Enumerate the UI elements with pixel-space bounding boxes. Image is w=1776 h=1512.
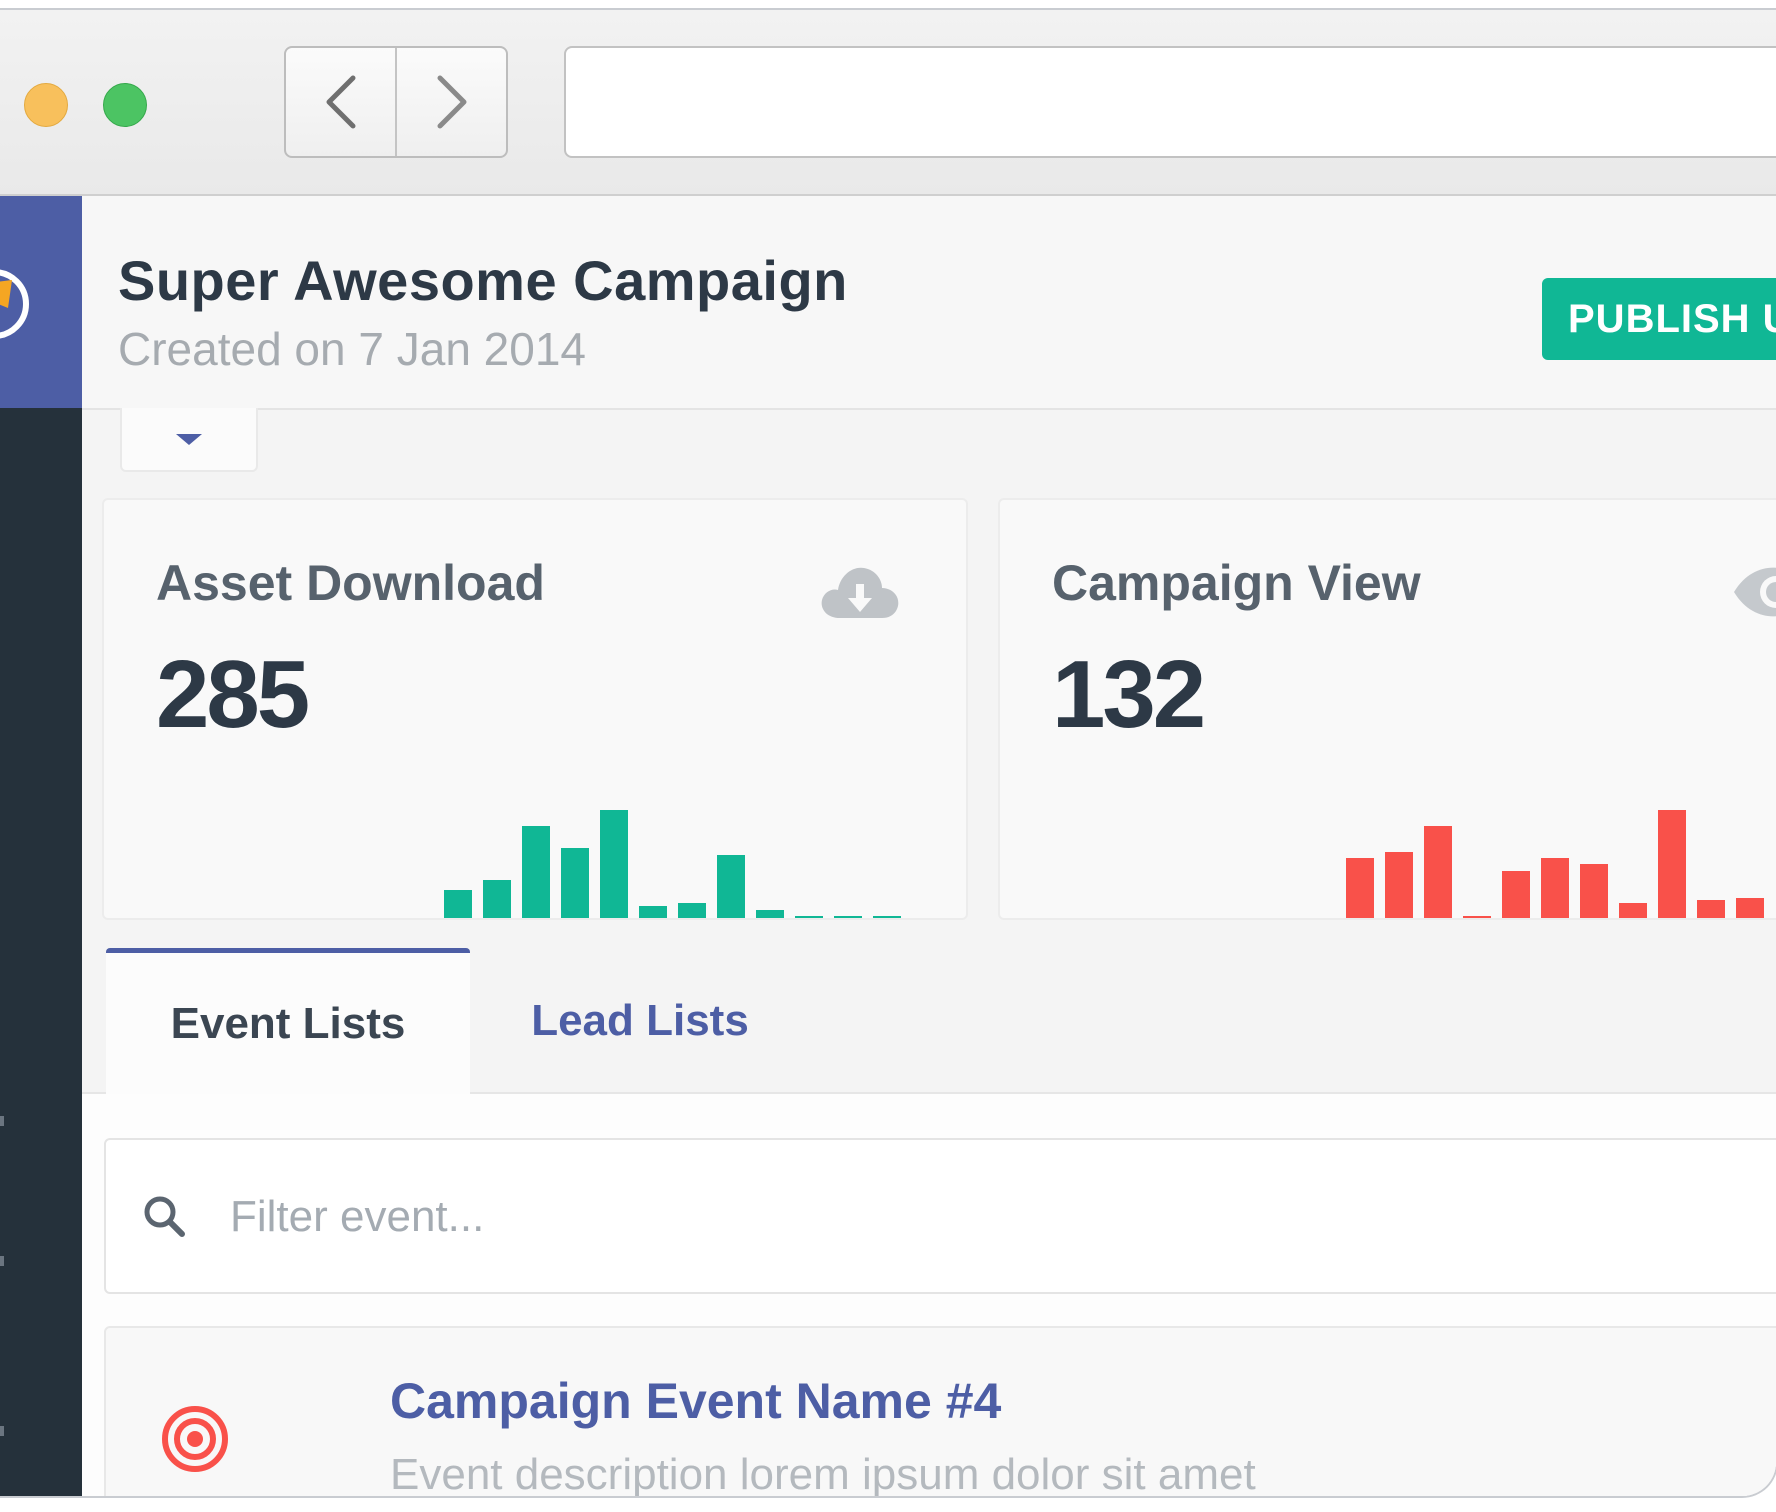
event-description: Event description lorem ipsum dolor sit … (390, 1450, 1256, 1498)
sparkline-bar (873, 916, 901, 918)
stat-card-asset-download: Asset Download 285 (102, 498, 968, 920)
page-title: Super Awesome Campaign (118, 249, 848, 312)
sparkline-bar (1424, 826, 1452, 918)
sparkline-bar (1541, 858, 1569, 918)
back-button[interactable] (286, 48, 395, 156)
sparkline-bar (1346, 858, 1374, 918)
created-date: Created on 7 Jan 2014 (118, 323, 587, 375)
sparkline-bar (678, 903, 706, 918)
history-nav (284, 46, 508, 158)
sparkline-bar (483, 880, 511, 918)
search-icon (144, 1196, 185, 1237)
chevron-left-icon (326, 75, 355, 129)
main-content: Super Awesome Campaign Created on 7 Jan … (82, 196, 1776, 1498)
sidebar-divider (0, 1256, 4, 1266)
list-tabs: Event Lists Lead Lists (82, 948, 1776, 1094)
maximize-button[interactable] (103, 83, 147, 127)
sparkline-bar (1658, 810, 1686, 918)
tab-event-lists[interactable]: Event Lists (106, 948, 470, 1094)
stat-value: 285 (156, 641, 310, 748)
sparkline-bar (717, 855, 745, 918)
campaign-header: Super Awesome Campaign Created on 7 Jan … (82, 196, 1776, 410)
filter-event-input[interactable] (228, 1176, 1232, 1258)
stat-label: Asset Download (156, 555, 545, 611)
sparkline-bar (561, 848, 589, 918)
logo-icon (0, 269, 29, 339)
event-title[interactable]: Campaign Event Name #4 (390, 1372, 1001, 1430)
list-item[interactable]: Campaign Event Name #4 Event description… (104, 1326, 1776, 1498)
campaign-view-sparkline (1346, 810, 1764, 918)
sidebar-divider (0, 1426, 4, 1436)
sparkline-bar (834, 916, 862, 918)
sparkline-bar (1697, 900, 1725, 918)
sparkline-bar (600, 810, 628, 918)
browser-window: Super Awesome Campaign Created on 7 Jan … (0, 8, 1776, 1498)
event-list-panel: Campaign Event Name #4 Event description… (82, 1094, 1776, 1498)
publish-button[interactable]: PUBLISH U (1542, 278, 1776, 360)
asset-download-sparkline (444, 810, 901, 918)
sparkline-bar (1580, 864, 1608, 918)
forward-button[interactable] (395, 48, 506, 156)
sidebar-divider (0, 1116, 4, 1126)
eye-icon (1734, 567, 1776, 617)
stat-value: 132 (1052, 641, 1206, 748)
stat-label: Campaign View (1052, 555, 1421, 611)
header-dropdown-toggle[interactable] (120, 408, 258, 472)
sparkline-bar (1619, 903, 1647, 918)
sidebar (0, 196, 82, 1496)
sparkline-bar (444, 890, 472, 918)
sparkline-bar (1502, 871, 1530, 918)
cloud-download-icon (821, 567, 899, 618)
chevron-right-icon (437, 75, 466, 129)
stat-card-campaign-view: Campaign View 132 (998, 498, 1776, 920)
browser-toolbar (0, 10, 1776, 196)
sparkline-bar (756, 910, 784, 918)
sparkline-bar (795, 916, 823, 918)
sparkline-bar (1463, 916, 1491, 918)
sparkline-bar (1385, 852, 1413, 918)
filter-box (104, 1138, 1776, 1294)
sparkline-bar (522, 826, 550, 918)
sparkline-bar (1736, 898, 1764, 918)
caret-down-icon (176, 433, 202, 445)
target-icon (162, 1406, 228, 1472)
sparkline-bar (639, 906, 667, 918)
minimize-button[interactable] (24, 83, 68, 127)
address-bar[interactable] (564, 46, 1776, 158)
app-logo[interactable] (0, 196, 82, 408)
tab-lead-lists[interactable]: Lead Lists (470, 948, 810, 1094)
